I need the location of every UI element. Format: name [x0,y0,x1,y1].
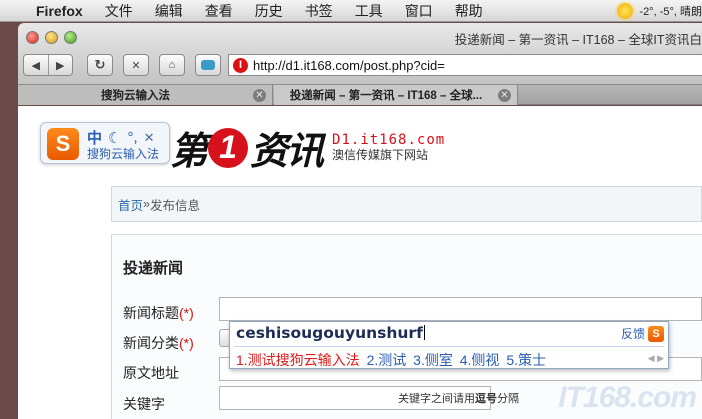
breadcrumb-current: 发布信息 [149,198,200,213]
required-mark: (*) [179,335,194,351]
menu-bookmarks[interactable]: 书签 [305,1,333,21]
site-favicon-icon: I [233,57,248,73]
watermark: IT168.com [558,381,697,414]
sogou-logo-icon: S [648,325,664,342]
ime-pinyin-text: ceshisougouyunshurf [236,324,423,342]
browser-toolbar: 投递新闻 – 第一资讯 – IT168 – 全球IT资讯白 ◀ ▶ ↻ ✕ ⌂ … [18,23,702,85]
label-text: 新闻标题 [123,305,179,321]
weather-text[interactable]: -2°, -5°, 晴朗 [639,3,702,19]
ime-name: 搜狗云输入法 [87,147,160,161]
tab-close-icon[interactable]: ✕ [253,88,266,102]
close-window-button[interactable] [26,31,39,44]
close-icon[interactable]: ✕ [144,130,155,146]
site-logo[interactable]: 第 1 资讯 D1.it168.com 澳信传媒旗下网站 [170,120,445,175]
tab-sogou[interactable]: 搜狗云输入法 ✕ [18,85,273,105]
label-text: 新闻分类 [123,335,179,351]
menu-help[interactable]: 帮助 [455,1,483,21]
label-keywords: 关键字 [123,394,165,414]
url-bar[interactable]: I http://d1.it168.com/post.php?cid= [228,54,702,76]
minimize-window-button[interactable] [45,31,58,44]
home-icon: ⌂ [168,59,176,71]
breadcrumb-separator: » [143,197,150,211]
ime-status-bar[interactable]: S 中 ☾ °, ✕ 搜狗云输入法 [40,122,170,164]
text-caret [423,325,425,340]
menubar-status: -2°, -5°, 晴朗 [611,0,702,22]
menu-view[interactable]: 查看 [205,1,233,21]
hint-text: 关键字之间请用 [398,393,475,405]
forward-arrow-icon[interactable]: ▶ [49,59,73,72]
bookmark-icon [201,60,215,70]
feedback-label: 反馈 [620,327,645,341]
stop-icon: ✕ [131,59,141,72]
tab-post-news[interactable]: 投递新闻 – 第一资讯 – IT168 – 全球... ✕ [274,85,518,105]
bookmark-button[interactable] [195,54,221,76]
hint-text: 分隔 [497,393,519,405]
logo-text: 资讯 [250,131,324,173]
menu-file[interactable]: 文件 [105,1,133,21]
label-news-category: 新闻分类(*) [123,333,194,353]
news-title-input[interactable] [219,297,702,321]
ime-candidate[interactable]: 2.测试 [367,352,407,368]
zoom-window-button[interactable] [64,31,77,44]
breadcrumb: 首页 » 发布信息 [111,186,702,222]
home-button[interactable]: ⌂ [159,54,185,76]
tab-label: 投递新闻 – 第一资讯 – IT168 – 全球... [289,90,483,102]
ime-composition: ceshisougouyunshurf [236,324,425,342]
sogou-logo-icon: S [47,128,79,160]
url-text[interactable]: http://d1.it168.com/post.php?cid= [253,58,445,73]
ime-candidate-list: 1.测试搜狗云输入法 2.测试 3.侧室 4.侧视 5.策士 [236,350,549,370]
punctuation-icon[interactable]: °, [127,129,137,146]
logo-domain: D1.it168.com [332,132,446,149]
tab-close-icon[interactable]: ✕ [498,88,511,102]
menubar: Firefox 文件 编辑 查看 历史 书签 工具 窗口 帮助 -2°, -5°… [0,0,702,22]
label-text: 关键字 [123,396,165,412]
label-source-url: 原文地址 [123,363,179,383]
reload-button[interactable]: ↻ [87,54,113,76]
keywords-hint: 关键字之间请用逗号分隔 [398,390,519,406]
ime-candidate-window: ceshisougouyunshurf 反馈 S 1.测试搜狗云输入法 2.测试… [229,321,669,369]
label-text: 原文地址 [123,365,179,381]
menu-tools[interactable]: 工具 [355,1,383,21]
window-title: 投递新闻 – 第一资讯 – IT168 – 全球IT资讯白 [454,33,702,47]
logo-badge: 1 [208,127,249,168]
ime-candidate[interactable]: 1.测试搜狗云输入法 [236,352,360,368]
back-forward-buttons: ◀ ▶ [23,54,73,76]
tab-strip: 搜狗云输入法 ✕ 投递新闻 – 第一资讯 – IT168 – 全球... ✕ [18,85,702,105]
form-title: 投递新闻 [123,260,184,277]
logo-tagline: 澳信传媒旗下网站 [332,147,429,162]
ime-candidate[interactable]: 5.策士 [506,352,546,368]
ime-candidate[interactable]: 3.侧室 [413,352,453,368]
ime-candidate[interactable]: 4.侧视 [460,352,500,368]
page-content: 第 1 资讯 D1.it168.com 澳信传媒旗下网站 S 中 ☾ °, ✕ … [18,106,702,419]
required-mark: (*) [179,305,194,321]
ime-page-arrows-icon[interactable]: ◀ ▶ [648,353,664,364]
menu-window[interactable]: 窗口 [405,1,433,21]
menu-edit[interactable]: 编辑 [155,1,183,21]
reload-icon: ↻ [94,57,106,72]
menu-app-name[interactable]: Firefox [36,3,83,19]
label-news-title: 新闻标题(*) [123,303,194,323]
sun-icon[interactable] [617,3,634,19]
logo-domain-block: D1.it168.com 澳信传媒旗下网站 [332,132,446,162]
menu-history[interactable]: 历史 [255,1,283,21]
back-arrow-icon[interactable]: ◀ [24,59,48,72]
logo-text: 第 [170,131,208,173]
window-controls [26,31,77,44]
hint-bold: 逗号 [475,393,497,405]
moon-icon[interactable]: ☾ [108,129,121,147]
stop-button[interactable]: ✕ [123,54,149,76]
ime-feedback-button[interactable]: 反馈 S [621,325,664,342]
tab-label: 搜狗云输入法 [101,90,170,102]
divider [234,346,664,347]
breadcrumb-home-link[interactable]: 首页 [118,195,143,214]
